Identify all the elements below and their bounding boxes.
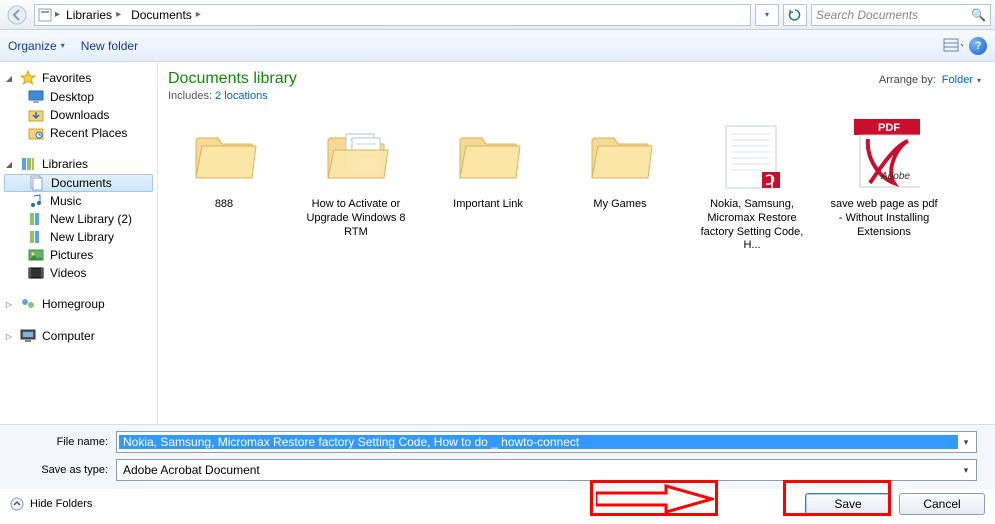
search-input[interactable]: Search Documents 🔍 (811, 4, 991, 26)
folder-docs-icon (320, 120, 392, 192)
organize-menu[interactable]: Organize▾ (8, 39, 65, 53)
file-item[interactable]: Important Link (432, 120, 544, 253)
search-icon: 🔍 (971, 8, 986, 22)
favorites-header[interactable]: ◢ Favorites (0, 68, 157, 88)
back-button[interactable] (4, 3, 30, 27)
computer-header[interactable]: ▷ Computer (0, 326, 157, 346)
sidebar-label: Libraries (42, 157, 88, 171)
sidebar-label: Homegroup (42, 297, 105, 311)
address-bar: ▸ Libraries▸ Documents▸ ▾ Search Documen… (0, 0, 995, 30)
sidebar-item-desktop[interactable]: Desktop (0, 88, 157, 106)
sidebar-item-videos[interactable]: Videos (0, 264, 157, 282)
file-item-label: Important Link (453, 198, 523, 212)
file-item-label: My Games (593, 198, 646, 212)
new-folder-button[interactable]: New folder (81, 39, 138, 53)
videos-icon (28, 265, 44, 281)
locations-link[interactable]: 2 locations (215, 90, 268, 102)
libraries-header[interactable]: ◢ Libraries (0, 154, 157, 174)
cancel-button[interactable]: Cancel (899, 493, 985, 515)
sidebar-item-new-library-2[interactable]: New Library (2) (0, 210, 157, 228)
back-icon (7, 5, 27, 25)
sidebar-item-recent-places[interactable]: Recent Places (0, 124, 157, 142)
file-item[interactable]: PDF Adobe save web page as pdf - Without… (828, 120, 940, 253)
chevron-up-icon (10, 497, 24, 511)
toolbar: Organize▾ New folder ? (0, 30, 995, 62)
music-icon (28, 193, 44, 209)
recent-icon (28, 125, 44, 141)
library-icon (28, 211, 44, 227)
file-item-label: How to Activate or Upgrade Windows 8 RTM (300, 198, 412, 239)
chevron-right-icon: ▸ (55, 9, 60, 20)
chevron-down-icon: ▾ (977, 76, 981, 85)
svg-text:PDF: PDF (878, 122, 900, 134)
sidebar-item-new-library[interactable]: New Library (0, 228, 157, 246)
file-item[interactable]: 888 (168, 120, 280, 253)
footer: File name: Nokia, Samsung, Micromax Rest… (0, 424, 995, 489)
view-options-button[interactable] (943, 36, 963, 56)
file-item-label: save web page as pdf - Without Installin… (828, 198, 940, 239)
file-item[interactable]: My Games (564, 120, 676, 253)
folder-icon (452, 120, 524, 192)
file-item-label: 888 (215, 198, 233, 212)
nav-sidebar: ◢ Favorites Desktop Downloads Recent Pla… (0, 62, 158, 424)
libraries-icon (20, 156, 36, 172)
expand-icon: ◢ (4, 160, 14, 169)
sidebar-item-downloads[interactable]: Downloads (0, 106, 157, 124)
doc-lib-icon (37, 7, 53, 23)
chevron-down-icon: ▾ (61, 41, 65, 50)
arrange-by-dropdown[interactable]: Folder▾ (942, 74, 981, 86)
expand-icon: ▷ (4, 332, 14, 341)
saveas-value: Adobe Acrobat Document (119, 463, 958, 477)
sidebar-item-pictures[interactable]: Pictures (0, 246, 157, 264)
items-grid: 888 How to Activate or Upgrade Windows 8… (168, 120, 985, 253)
homegroup-icon (20, 296, 36, 312)
library-icon (28, 229, 44, 245)
documents-icon (29, 175, 45, 191)
search-placeholder: Search Documents (816, 8, 918, 22)
file-item[interactable]: How to Activate or Upgrade Windows 8 RTM (300, 120, 412, 253)
svg-text:Adobe: Adobe (880, 171, 910, 182)
library-subtitle: Includes: 2 locations (168, 90, 985, 102)
refresh-icon (788, 8, 802, 22)
arrange-by: Arrange by: Folder▾ (879, 74, 981, 86)
pdf-doc-icon (716, 120, 788, 192)
downloads-icon (28, 107, 44, 123)
star-icon (20, 70, 36, 86)
folder-icon (188, 120, 260, 192)
expand-icon: ▷ (4, 300, 14, 309)
hide-folders-button[interactable]: Hide Folders (10, 497, 92, 511)
sidebar-label: Computer (42, 329, 95, 343)
content-pane[interactable]: Documents library Includes: 2 locations … (158, 62, 995, 424)
address-dropdown-button[interactable]: ▾ (755, 4, 779, 26)
pdf-icon-icon: PDF Adobe (848, 120, 920, 192)
library-title: Documents library (168, 70, 985, 88)
sidebar-item-music[interactable]: Music (0, 192, 157, 210)
breadcrumb-libraries[interactable]: Libraries▸ (62, 5, 125, 25)
homegroup-header[interactable]: ▷ Homegroup (0, 294, 157, 314)
save-button[interactable]: Save (805, 493, 891, 515)
chevron-down-icon: ▾ (765, 10, 769, 19)
breadcrumb[interactable]: ▸ Libraries▸ Documents▸ (34, 4, 751, 26)
computer-icon (20, 328, 36, 344)
sidebar-label: Favorites (42, 71, 91, 85)
action-row: Hide Folders Save Cancel (0, 489, 995, 521)
file-item[interactable]: Nokia, Samsung, Micromax Restore factory… (696, 120, 808, 253)
chevron-down-icon[interactable]: ▾ (958, 437, 974, 448)
help-button[interactable]: ? (969, 37, 987, 55)
saveas-select[interactable]: Adobe Acrobat Document ▾ (116, 459, 977, 481)
file-item-label: Nokia, Samsung, Micromax Restore factory… (696, 198, 808, 253)
main-area: ◢ Favorites Desktop Downloads Recent Pla… (0, 62, 995, 424)
chevron-down-icon[interactable]: ▾ (958, 465, 974, 476)
sidebar-item-documents[interactable]: Documents (4, 174, 153, 192)
saveas-label: Save as type: (8, 464, 108, 476)
breadcrumb-documents[interactable]: Documents▸ (127, 5, 205, 25)
filename-input[interactable]: Nokia, Samsung, Micromax Restore factory… (116, 431, 977, 453)
desktop-icon (28, 89, 44, 105)
filename-value: Nokia, Samsung, Micromax Restore factory… (119, 435, 958, 449)
filename-label: File name: (8, 436, 108, 448)
refresh-button[interactable] (783, 4, 807, 26)
pictures-icon (28, 247, 44, 263)
folder-icon (584, 120, 656, 192)
expand-icon: ◢ (4, 74, 14, 83)
